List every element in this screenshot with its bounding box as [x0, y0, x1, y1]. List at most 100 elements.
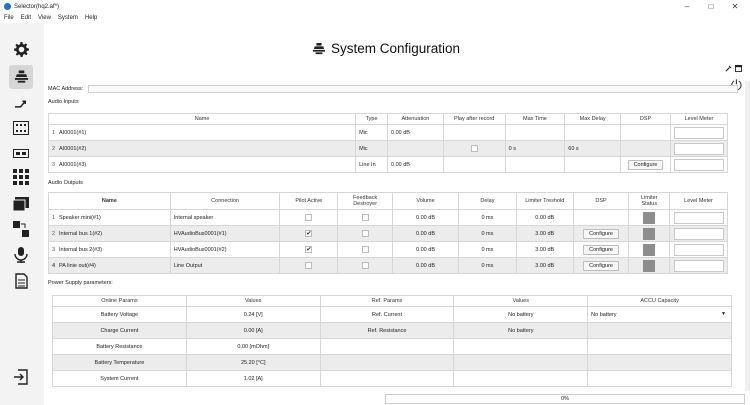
output-name: PA linie out(#4) [59, 262, 96, 269]
output-limiter-treshold[interactable]: 0.00 dB [515, 209, 574, 226]
input-attenuation[interactable] [387, 140, 444, 157]
devices-icon[interactable] [12, 220, 30, 238]
param-value: 0.24 [V] [185, 306, 321, 323]
param-value: 1.02 [A] [185, 370, 321, 387]
output-volume[interactable]: 0.00 dB [392, 257, 459, 274]
output-volume[interactable]: 0.00 dB [392, 209, 459, 226]
output-volume[interactable]: 0.00 dB [392, 225, 459, 242]
play-after-record-checkbox[interactable] [470, 145, 478, 152]
routing-arrow-icon[interactable] [12, 95, 30, 113]
feedback-destroyer-checkbox[interactable] [361, 246, 369, 253]
chevron-down-icon: ▼ [721, 311, 726, 317]
grid-icon[interactable] [12, 168, 30, 186]
level-meter [673, 211, 724, 224]
param-value: 0.00 [A] [185, 322, 321, 339]
col-ref-params: Ref. Params [319, 295, 455, 307]
app-icon [4, 3, 11, 10]
menu-help[interactable]: Help [85, 15, 97, 21]
output-limiter-treshold[interactable]: 3.00 dB [515, 225, 574, 242]
pilot-active-checkbox[interactable] [305, 214, 313, 221]
col-name: Name [48, 192, 171, 210]
table-row[interactable]: 1 Speaker mini(#1) Internal speaker 0.00 … [48, 209, 728, 226]
vertical-scrollbar[interactable] [745, 81, 750, 391]
system-speaker-icon[interactable] [9, 65, 33, 89]
panel-icon[interactable] [12, 144, 30, 162]
audio-outputs-label: Audio Outputs [48, 180, 83, 186]
pilot-active-checkbox[interactable]: ✔ [305, 246, 313, 253]
monitor-icon[interactable] [12, 195, 30, 213]
document-icon[interactable] [12, 272, 30, 290]
output-connection[interactable]: Line Output [169, 257, 281, 274]
accu-capacity-value: No battery [591, 311, 617, 318]
wrench-icon[interactable] [725, 65, 732, 72]
matrix-icon[interactable] [12, 119, 30, 137]
microphone-icon[interactable] [12, 246, 30, 264]
gear-icon[interactable] [12, 40, 30, 58]
row-index: 2 [52, 145, 56, 152]
accu-capacity-select[interactable]: No battery ▼ [587, 306, 732, 323]
pilot-active-checkbox[interactable] [305, 262, 313, 269]
level-meter [673, 126, 724, 139]
level-meter [673, 158, 724, 171]
output-limiter-treshold[interactable]: 3.00 dB [515, 241, 574, 258]
input-max-time[interactable]: 0 s [504, 140, 566, 157]
close-button[interactable]: ✕ [724, 0, 746, 13]
exit-icon[interactable] [12, 368, 30, 386]
toolbar-right [725, 65, 742, 72]
minimize-button[interactable]: – [676, 0, 698, 13]
audio-inputs-table: Name Type Attenuation Play after record … [47, 113, 729, 173]
param-name: System Current [52, 370, 187, 387]
col-ref-values: Values [453, 295, 589, 307]
menu-system[interactable]: System [58, 15, 78, 21]
menu-view[interactable]: View [38, 15, 51, 21]
menu-edit[interactable]: Edit [21, 15, 31, 21]
input-attenuation[interactable]: 0.00 dB [387, 124, 444, 141]
maximize-button[interactable]: □ [700, 0, 722, 13]
level-meter [673, 142, 724, 155]
window-icon[interactable] [735, 65, 742, 72]
col-limiter-status: Limiter Status [628, 192, 671, 210]
row-index: 1 [52, 214, 56, 221]
row-index: 2 [52, 230, 56, 237]
feedback-destroyer-checkbox[interactable] [361, 214, 369, 221]
col-level-meter: Level Meter [669, 192, 728, 210]
dsp-configure-button[interactable]: Configure [627, 159, 664, 170]
dsp-configure-button[interactable]: Configure [583, 244, 619, 255]
output-delay[interactable]: 0 ms [458, 241, 517, 258]
col-connection: Connection [169, 192, 281, 210]
ref-param-value: No battery [453, 322, 589, 339]
input-attenuation[interactable]: 0.00 dB [387, 156, 444, 173]
input-max-delay[interactable]: 60 s [564, 140, 622, 157]
pilot-active-checkbox[interactable]: ✔ [305, 230, 313, 237]
output-connection[interactable]: HVAudioBus0001(#1) [169, 225, 281, 242]
table-row[interactable]: 1 AI0001(#1) Mic 0.00 dB [47, 124, 729, 141]
menu-file[interactable]: File [4, 15, 14, 21]
mac-address-row: MAC Address: [48, 85, 738, 93]
feedback-destroyer-checkbox[interactable] [361, 262, 369, 269]
col-dsp: DSP [620, 113, 671, 125]
mac-address-field[interactable] [88, 85, 738, 93]
table-row[interactable]: 3 AI0001(#3) Line In 0.00 dB Configure [47, 156, 729, 173]
output-limiter-treshold[interactable]: 3.00 dB [515, 257, 574, 274]
row-index: 3 [52, 246, 56, 253]
param-name: Battery Resistance [52, 338, 187, 355]
col-values: Values [185, 295, 321, 307]
main-panel: System Configuration ⏻ MAC Address: Audi… [44, 23, 750, 405]
output-delay[interactable]: 0 ms [458, 225, 517, 242]
col-feedback-destroyer: Feedback Destroyer [337, 192, 394, 210]
output-connection[interactable]: HVAudioBus0001(#2) [169, 241, 281, 258]
output-name: Speaker mini(#1) [59, 214, 101, 221]
output-connection[interactable]: Internal speaker [169, 209, 281, 226]
table-row[interactable]: 4 PA linie out(#4) Line Output 0.00 dB 0 … [48, 257, 728, 274]
feedback-destroyer-checkbox[interactable] [361, 230, 369, 237]
output-delay[interactable]: 0 ms [458, 209, 517, 226]
output-delay[interactable]: 0 ms [458, 257, 517, 274]
page-title: System Configuration [312, 41, 460, 56]
dsp-configure-button[interactable]: Configure [583, 228, 619, 239]
table-row[interactable]: 2 Internal bus 1(#2) HVAudioBus0001(#1) ✔… [48, 225, 728, 242]
table-row[interactable]: 2 AI0001(#2) Mic 0 s 60 s [47, 140, 729, 157]
output-volume[interactable]: 0.00 dB [392, 241, 459, 258]
dsp-configure-button[interactable]: Configure [583, 260, 619, 271]
mac-address-label: MAC Address: [48, 86, 84, 92]
table-row[interactable]: 3 Internal bus 2(#3) HVAudioBus0001(#2) ✔… [48, 241, 728, 258]
